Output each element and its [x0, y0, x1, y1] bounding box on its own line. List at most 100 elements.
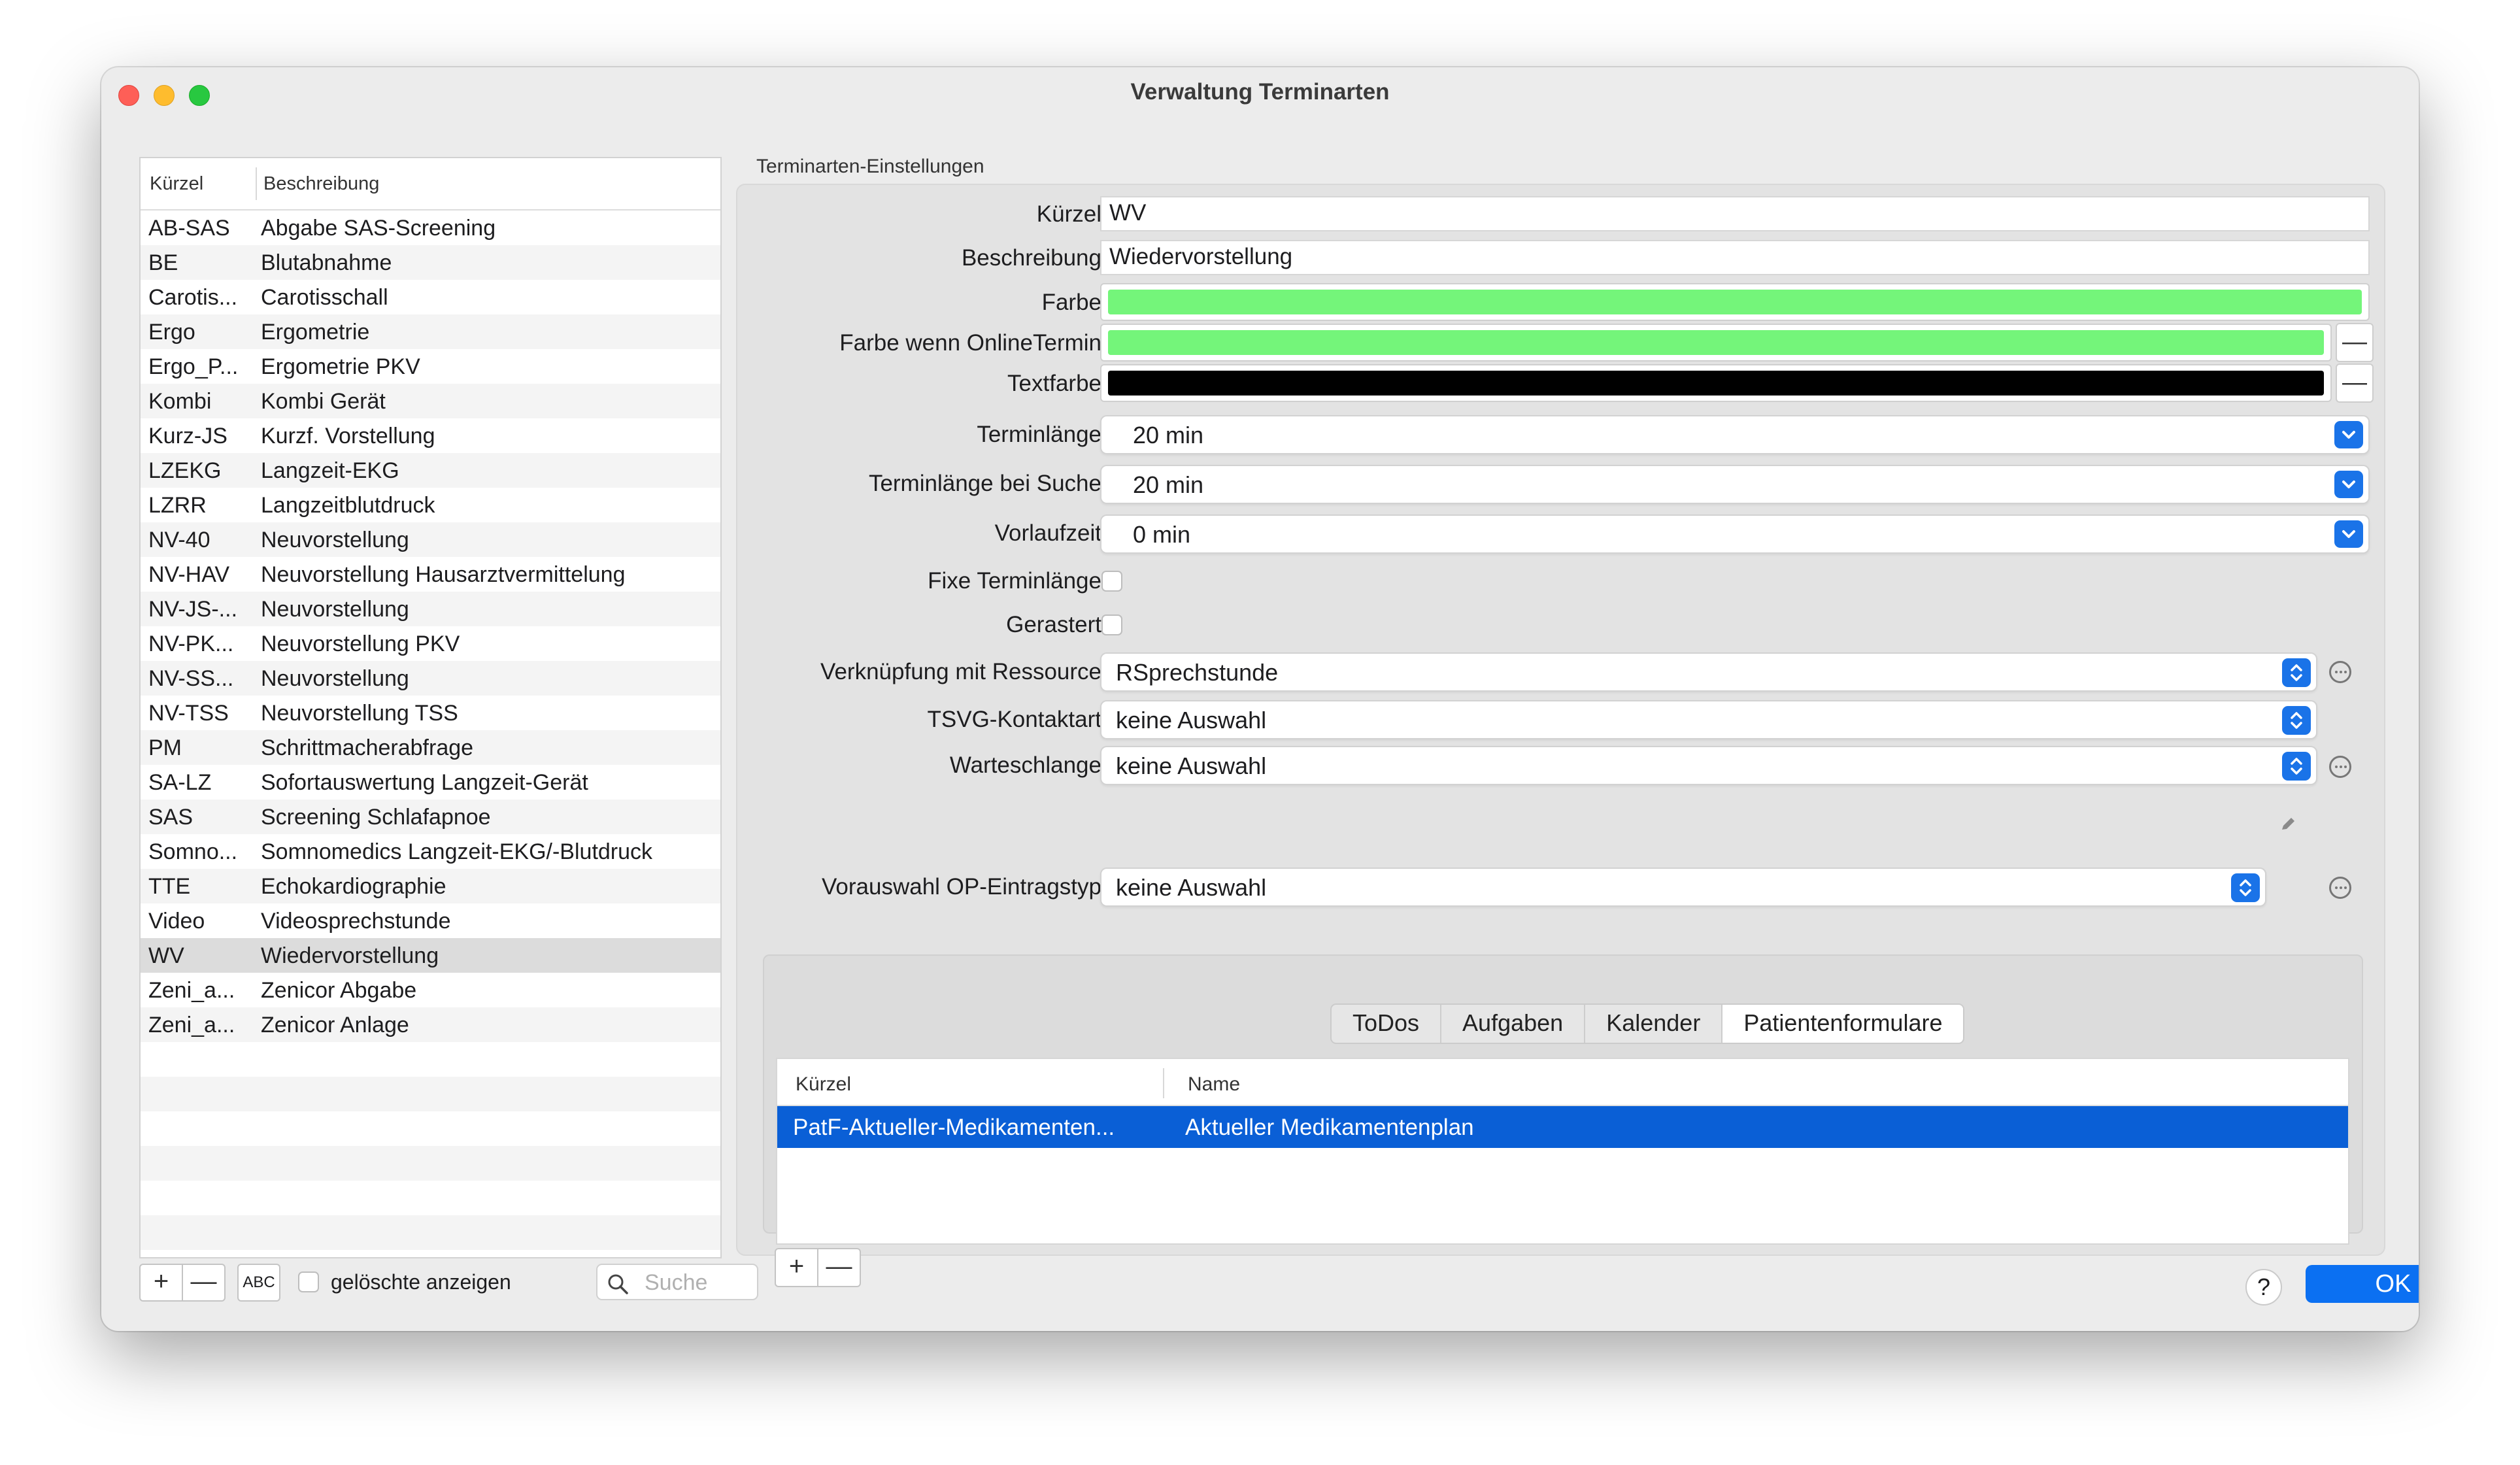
- form-add-remove-buttons: + —: [775, 1248, 861, 1287]
- terminlaenge-suche-combobox[interactable]: 20 min: [1100, 465, 2370, 504]
- list-item[interactable]: LZRR Langzeitblutdruck: [141, 488, 720, 522]
- vorlaufzeit-combobox[interactable]: 0 min: [1100, 514, 2370, 554]
- column-header-kuerzel[interactable]: Kürzel: [150, 173, 203, 195]
- farbe-swatch: [1108, 290, 2362, 314]
- list-item[interactable]: SA-LZ Sofortauswertung Langzeit-Gerät: [141, 765, 720, 800]
- list-item[interactable]: Ergo_P... Ergometrie PKV: [141, 349, 720, 384]
- ressource-select[interactable]: RSprechstunde: [1100, 652, 2317, 692]
- warteschlange-select[interactable]: keine Auswahl: [1100, 746, 2317, 785]
- list-item[interactable]: NV-40 Neuvorstellung: [141, 522, 720, 557]
- pencil-icon[interactable]: [2278, 815, 2298, 834]
- list-item[interactable]: Kurz-JS Kurzf. Vorstellung: [141, 418, 720, 453]
- list-item[interactable]: Ergo Ergometrie: [141, 314, 720, 349]
- ressource-more-icon[interactable]: [2329, 661, 2351, 683]
- list-item-kuerzel: BE: [148, 250, 178, 275]
- list-item-kuerzel: LZEKG: [148, 458, 222, 483]
- list-item[interactable]: Somno... Somnomedics Langzeit-EKG/-Blutdr…: [141, 834, 720, 869]
- tab-todos[interactable]: ToDos: [1332, 1005, 1442, 1043]
- remove-form-button[interactable]: —: [818, 1249, 860, 1286]
- list-item-beschreibung: Kombi Gerät: [261, 389, 386, 414]
- show-deleted-checkbox[interactable]: [298, 1271, 319, 1292]
- empty-row: [141, 1146, 720, 1181]
- patient-forms-table: Kürzel Name PatF-Aktueller-Medikamenten.…: [776, 1058, 2349, 1245]
- show-deleted-label: gelöschte anzeigen: [331, 1270, 511, 1294]
- column-header-beschreibung[interactable]: Beschreibung: [263, 173, 379, 195]
- list-item[interactable]: WV Wiedervorstellung: [141, 938, 720, 973]
- list-item-kuerzel: NV-TSS: [148, 701, 229, 726]
- kuerzel-field[interactable]: [1100, 196, 2371, 231]
- list-rows: AB-SAS Abgabe SAS-Screening BE Blutabnahme C…: [141, 210, 720, 1250]
- fixe-terminlaenge-checkbox[interactable]: [1101, 571, 1122, 592]
- list-item[interactable]: PM Schrittmacherabfrage: [141, 730, 720, 765]
- list-item[interactable]: Carotis... Carotisschall: [141, 280, 720, 314]
- chevron-down-icon[interactable]: [2334, 520, 2363, 548]
- search-icon: [608, 1274, 628, 1294]
- tab-patientenformulare[interactable]: Patientenformulare: [1722, 1005, 1964, 1043]
- list-item-kuerzel: PM: [148, 735, 182, 760]
- list-item-kuerzel: NV-HAV: [148, 562, 230, 587]
- list-item-beschreibung: Neuvorstellung: [261, 597, 409, 622]
- beschreibung-input[interactable]: [1108, 241, 2371, 273]
- add-button[interactable]: +: [141, 1265, 183, 1300]
- help-button[interactable]: ?: [2245, 1269, 2282, 1305]
- chevron-down-icon[interactable]: [2334, 421, 2363, 448]
- title-bar: Verwaltung Terminarten: [101, 67, 2419, 120]
- sort-alphabetical-button[interactable]: ABC: [237, 1264, 280, 1302]
- table-row[interactable]: PatF-Aktueller-Medikamenten... Aktueller…: [777, 1106, 2348, 1148]
- kuerzel-input[interactable]: [1108, 197, 2371, 229]
- appointment-types-list: Kürzel Beschreibung AB-SAS Abgabe SAS-Scr…: [139, 157, 722, 1258]
- list-item[interactable]: Kombi Kombi Gerät: [141, 384, 720, 418]
- tsvg-select[interactable]: keine Auswahl: [1100, 700, 2317, 739]
- warteschlange-label: Warteschlange: [949, 752, 1101, 778]
- list-item-kuerzel: Video: [148, 909, 205, 934]
- search-field[interactable]: [596, 1264, 758, 1300]
- list-item-kuerzel: Somno...: [148, 839, 238, 864]
- list-item-beschreibung: Videosprechstunde: [261, 909, 451, 934]
- column-header-name[interactable]: Name: [1188, 1073, 1240, 1096]
- textfarbe-color-well[interactable]: [1100, 364, 2332, 402]
- search-input[interactable]: [643, 1269, 757, 1296]
- chevron-down-icon[interactable]: [2334, 471, 2363, 498]
- tab-aufgaben[interactable]: Aufgaben: [1441, 1005, 1586, 1043]
- list-item[interactable]: NV-SS... Neuvorstellung: [141, 661, 720, 696]
- beschreibung-field[interactable]: [1100, 240, 2371, 275]
- list-item[interactable]: NV-JS-... Neuvorstellung: [141, 592, 720, 626]
- list-item[interactable]: NV-HAV Neuvorstellung Hausarztvermittelun…: [141, 557, 720, 592]
- list-item-kuerzel: Zeni_a...: [148, 1013, 235, 1037]
- list-item-kuerzel: NV-PK...: [148, 631, 234, 656]
- list-item[interactable]: NV-TSS Neuvorstellung TSS: [141, 696, 720, 730]
- list-item[interactable]: Zeni_a... Zenicor Abgabe: [141, 973, 720, 1007]
- column-header-kuerzel[interactable]: Kürzel: [796, 1073, 851, 1096]
- list-item[interactable]: LZEKG Langzeit-EKG: [141, 453, 720, 488]
- list-item-beschreibung: Langzeitblutdruck: [261, 493, 435, 518]
- list-item[interactable]: TTE Echokardiographie: [141, 869, 720, 903]
- list-item[interactable]: Zeni_a... Zenicor Anlage: [141, 1007, 720, 1042]
- list-item[interactable]: NV-PK... Neuvorstellung PKV: [141, 626, 720, 661]
- remove-button[interactable]: —: [183, 1265, 224, 1300]
- warteschlange-more-icon[interactable]: [2329, 756, 2351, 778]
- farbe-online-color-well[interactable]: [1100, 324, 2332, 362]
- op-eintragstyp-more-icon[interactable]: [2329, 877, 2351, 899]
- terminlaenge-combobox[interactable]: 20 min: [1100, 415, 2370, 454]
- up-down-chevron-icon: [2282, 752, 2311, 781]
- list-item[interactable]: AB-SAS Abgabe SAS-Screening: [141, 210, 720, 245]
- ok-button[interactable]: OK: [2306, 1265, 2419, 1303]
- tab-kalender[interactable]: Kalender: [1585, 1005, 1723, 1043]
- list-item-kuerzel: WV: [148, 943, 184, 968]
- list-item[interactable]: BE Blutabnahme: [141, 245, 720, 280]
- farbe-color-well[interactable]: [1100, 283, 2370, 321]
- gerastert-checkbox[interactable]: [1101, 615, 1122, 635]
- ressource-value: RSprechstunde: [1116, 659, 1279, 686]
- op-eintragstyp-label: Vorauswahl OP-Eintragstyp: [822, 874, 1101, 900]
- list-item-beschreibung: Carotisschall: [261, 285, 388, 310]
- list-item-kuerzel: NV-SS...: [148, 666, 234, 691]
- list-item[interactable]: SAS Screening Schlafapnoe: [141, 800, 720, 834]
- patient-forms-header: Kürzel Name: [777, 1059, 2348, 1106]
- clear-text-color-button[interactable]: —: [2336, 363, 2374, 403]
- add-form-button[interactable]: +: [776, 1249, 818, 1286]
- op-eintragstyp-select[interactable]: keine Auswahl: [1100, 867, 2266, 907]
- list-item[interactable]: Video Videosprechstunde: [141, 903, 720, 938]
- terminlaenge-value: 20 min: [1133, 422, 1204, 448]
- terminlaenge-suche-value: 20 min: [1133, 471, 1204, 498]
- clear-online-color-button[interactable]: —: [2336, 323, 2374, 362]
